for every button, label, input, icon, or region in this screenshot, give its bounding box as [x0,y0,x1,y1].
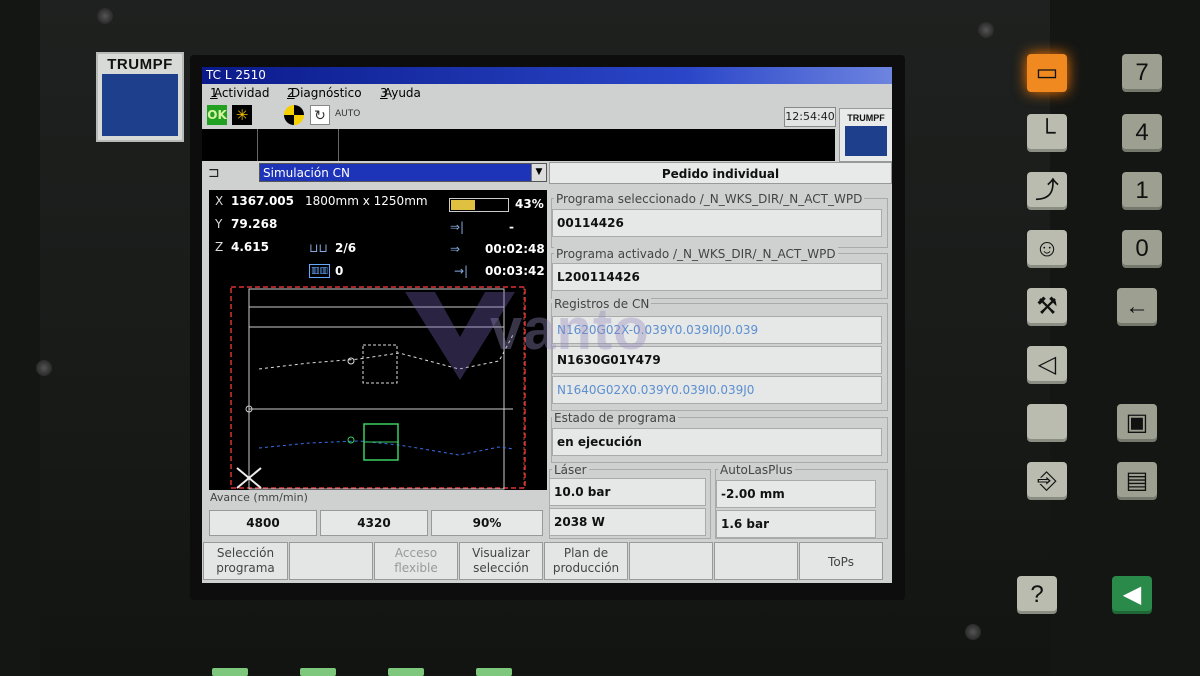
program-start-key[interactable]: ▭ [1027,54,1067,92]
mode-dropdown[interactable]: Simulación CN ▼ [259,163,547,182]
activated-program-field: L200114426 [552,263,882,291]
menu-diagnostico[interactable]: 2 Diagnóstico [287,84,362,102]
feed-override: 90% [431,510,543,536]
window2-key[interactable]: ▤ [1117,462,1157,500]
toolpath-drawing [230,286,526,490]
softkey-acceso-flexible[interactable]: Acceso flexible [374,542,458,580]
softkey-seleccion-programa[interactable]: Selección programa [203,542,288,580]
screw-icon [965,624,981,640]
screw-icon [978,22,994,38]
y-axis-value: 79.268 [231,217,278,231]
mode-toolbar: ⊐ Simulación CN ▼ Pedido individual [202,161,892,185]
softkey-plan-produccion[interactable]: Plan de producción [544,542,628,580]
digit-4-key[interactable]: 4 [1122,114,1162,152]
selected-program-label: Programa seleccionado /_N_WKS_DIR/_N_ACT… [554,192,865,206]
program-list-icon: ▥▥ [309,264,331,278]
logo-text: TRUMPF [107,56,173,73]
cn-line-previous: N1620G02X-0.039Y0.039I0J0.039 [552,316,882,344]
hmi-screen: TC L 2510 1 Actividad 2 Diagnóstico 3 Ay… [202,67,892,583]
digit-7-key[interactable]: 7 [1122,54,1162,92]
elapsed-time: 00:02:48 [485,242,545,256]
screw-icon [36,360,52,376]
z-axis-label: Z [215,240,224,254]
feed-actual: 4320 [320,510,428,536]
digit-1-key[interactable]: 1 [1122,172,1162,210]
softkey-empty-6[interactable] [629,542,713,580]
feed-label: Avance (mm/min) [210,491,308,504]
order-type-label: Pedido individual [549,162,892,184]
laser-warning-icon: ✳ [232,105,252,125]
message-band [202,129,835,161]
remaining-arrow-icon: →| [454,264,469,278]
speaker-key[interactable]: ◁ [1027,346,1067,384]
laser-label: Láser [552,463,589,477]
parts-count: 2/6 [335,241,357,255]
autolas-distance: -2.00 mm [716,480,876,508]
autolas-pressure: 1.6 bar [716,510,876,538]
cn-line-current: N1630G01Y479 [552,346,882,374]
backspace-key[interactable]: ← [1117,288,1157,326]
window-title: TC L 2510 [202,67,892,84]
wrench-key[interactable]: ⚒ [1027,288,1067,326]
beam-shutter-icon [284,105,304,125]
x-axis-value: 1367.005 [231,194,295,208]
ok-status-icon: OK [207,105,227,125]
left-arrow-key[interactable]: ◀ [1112,576,1152,614]
softkey-empty-7[interactable] [714,542,798,580]
parts-icon: ⊔⊔ [309,241,328,255]
activated-program-label: Programa activado /_N_WKS_DIR/_N_ACT_WPD [554,247,838,261]
screw-icon [97,8,113,24]
axis-key[interactable]: └ [1027,114,1067,152]
cycle-icon: ↻ [310,105,330,125]
progress-label: 43% [515,197,544,211]
menu-actividad[interactable]: 1 Actividad [210,84,270,102]
trumpf-logo: TRUMPF [96,52,184,142]
program-state-field: en ejecución [552,428,882,456]
feed-programmed: 4800 [209,510,317,536]
laser-pressure: 10.0 bar [549,478,706,506]
auto-mode-label: AUTO [335,109,361,119]
window-key[interactable]: ▣ [1117,404,1157,442]
next-time: - [509,220,514,234]
cn-records-label: Registros de CN [552,297,652,311]
softkey-visualizar-seleccion[interactable]: Visualizar selección [459,542,543,580]
next-arrow-icon: ⇒| [450,220,465,234]
simulation-view[interactable] [209,283,547,490]
mode-tag-icon[interactable]: ⊐ [208,164,230,182]
progress-bar [449,198,509,212]
softkey-empty-2[interactable] [289,542,373,580]
laser-power: 2038 W [549,508,706,536]
digit-0-key[interactable]: 0 [1122,230,1162,268]
elapsed-arrow-icon: ⇒ [450,242,461,256]
menu-ayuda[interactable]: 3 Ayuda [380,84,421,102]
remaining-time: 00:03:42 [485,264,545,278]
door-key[interactable]: ⎆ [1027,462,1067,500]
blank-key[interactable] [1027,404,1067,442]
y-axis-label: Y [215,217,223,231]
clock: 12:54:40 [784,107,836,127]
position-panel: X 1367.005 Y 79.268 Z 4.615 1800mm x 125… [209,190,547,284]
menu-bar: 1 Actividad 2 Diagnóstico 3 Ayuda [202,84,892,102]
x-axis-label: X [215,194,224,208]
softkey-tops[interactable]: ToPs [799,542,883,580]
program-state-label: Estado de programa [552,411,679,425]
cn-line-next: N1640G02X0.039Y0.039I0.039J0 [552,376,882,404]
z-axis-value: 4.615 [231,240,269,254]
trumpf-mini-logo: TRUMPF [839,108,892,162]
status-row: OK ✳ ↻ AUTO 12:54:40 [202,102,892,129]
chevron-down-icon[interactable]: ▼ [531,164,546,181]
softkey-bar: Selección programa Acceso flexible Visuali… [202,542,892,583]
selected-program-field[interactable]: 00114426 [552,209,882,237]
autolasplus-label: AutoLasPlus [718,463,795,477]
sheet-size: 1800mm x 1250mm [305,194,428,208]
person-key[interactable]: ☺ [1027,230,1067,268]
help-key[interactable]: ? [1017,576,1057,614]
jog-key[interactable]: ⤴ [1027,172,1067,210]
program-count: 0 [335,264,344,278]
